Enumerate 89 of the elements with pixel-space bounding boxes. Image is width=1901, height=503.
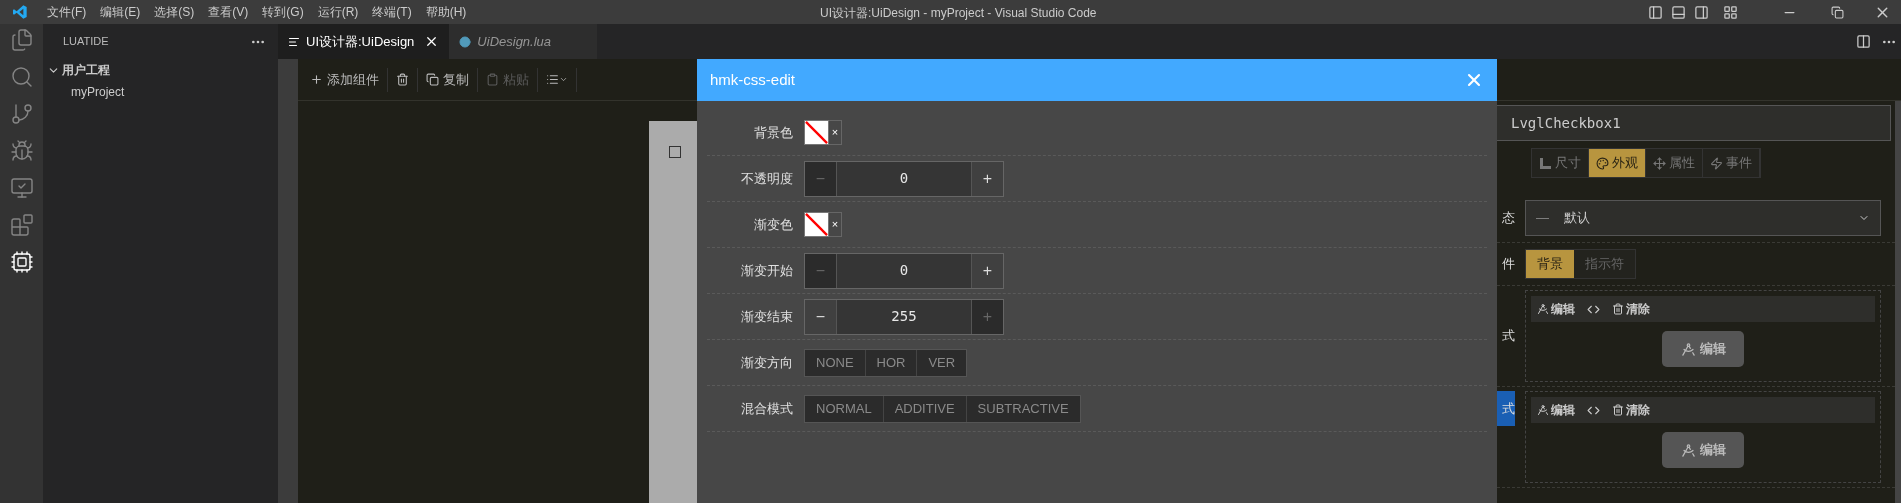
blocks-icon[interactable] bbox=[9, 213, 34, 237]
clear-color-button[interactable]: × bbox=[829, 120, 842, 145]
edit-style-button[interactable]: 编辑 bbox=[1662, 432, 1744, 468]
increment-button[interactable]: + bbox=[972, 253, 1003, 288]
move-icon bbox=[1653, 156, 1666, 170]
menu-item[interactable]: 帮助(H) bbox=[418, 3, 474, 21]
compass-icon bbox=[1537, 404, 1549, 416]
compass-icon bbox=[1680, 442, 1696, 458]
property-tab[interactable]: 外观 bbox=[1589, 149, 1646, 177]
bolt-icon bbox=[1710, 156, 1723, 170]
chip-icon[interactable] bbox=[9, 250, 34, 274]
menu-item[interactable]: 文件(F) bbox=[40, 3, 94, 21]
option-button[interactable]: NORMAL bbox=[805, 395, 884, 422]
branch-icon[interactable] bbox=[9, 102, 34, 126]
sidebar-title: LUATIDE bbox=[63, 34, 109, 50]
increment-button[interactable]: + bbox=[972, 161, 1003, 196]
option-button[interactable]: VER bbox=[917, 349, 967, 376]
dialog-title: hmk-css-edit bbox=[710, 69, 795, 90]
trash-icon bbox=[1612, 404, 1624, 416]
name-field[interactable]: LvglCheckbox1 bbox=[1497, 105, 1891, 141]
editor-tab[interactable]: UiDesign.lua bbox=[449, 24, 598, 59]
menu-item[interactable]: 终端(T) bbox=[365, 3, 419, 21]
property-tab[interactable]: 属性 bbox=[1646, 149, 1703, 177]
field-label: 渐变开始 bbox=[740, 261, 793, 280]
sidebar-toggle-icon[interactable] bbox=[1648, 4, 1663, 20]
copy-icon bbox=[426, 73, 439, 86]
split-editor-icon[interactable] bbox=[1856, 34, 1871, 49]
bug-icon[interactable] bbox=[9, 139, 34, 163]
decrement-button[interactable]: − bbox=[805, 299, 836, 334]
option-button[interactable]: ADDITIVE bbox=[883, 395, 967, 422]
tree-item[interactable]: 用户工程 bbox=[47, 59, 278, 81]
checkbox[interactable] bbox=[669, 146, 681, 158]
menu-item[interactable]: 运行(R) bbox=[310, 3, 366, 21]
property-label: 式 bbox=[1501, 327, 1515, 346]
layout-icon[interactable] bbox=[1723, 4, 1738, 20]
app-logo-icon bbox=[12, 4, 28, 20]
caret-icon bbox=[559, 75, 568, 84]
edit-style-button[interactable]: 编辑 bbox=[1662, 331, 1744, 367]
plus-icon bbox=[310, 73, 323, 86]
compass-icon bbox=[1680, 341, 1696, 357]
number-field[interactable]: 0 bbox=[836, 161, 972, 196]
property-label: 态 bbox=[1501, 209, 1515, 228]
clear-color-button[interactable]: × bbox=[829, 212, 842, 237]
field-label: 渐变结束 bbox=[740, 307, 793, 326]
number-field[interactable]: 0 bbox=[836, 253, 972, 288]
restore-icon[interactable] bbox=[1831, 5, 1844, 19]
property-tab[interactable]: 事件 bbox=[1703, 149, 1760, 177]
list-icon bbox=[546, 73, 559, 86]
field-label: 渐变色 bbox=[753, 215, 793, 234]
state-select[interactable]: — 默认 bbox=[1525, 200, 1881, 236]
menu-item[interactable]: 编辑(E) bbox=[93, 3, 148, 21]
search-icon[interactable] bbox=[9, 65, 34, 89]
compass-icon bbox=[1537, 303, 1549, 315]
trash-icon bbox=[1612, 303, 1624, 315]
monitor-icon[interactable] bbox=[9, 176, 34, 200]
option-button[interactable]: HOR bbox=[865, 349, 918, 376]
property-label: 式 bbox=[1497, 391, 1515, 426]
clear-link[interactable]: 清除 bbox=[1612, 401, 1650, 419]
field-label: 渐变方向 bbox=[740, 353, 793, 372]
palette-icon bbox=[1596, 156, 1609, 170]
editor-tab[interactable]: UI设计器:UiDesign bbox=[278, 24, 450, 59]
panel-toggle-icon[interactable] bbox=[1671, 4, 1686, 20]
menu-item[interactable]: 转到(G) bbox=[255, 3, 311, 21]
copy-button[interactable]: 复制 bbox=[418, 67, 478, 92]
field-label: 背景色 bbox=[753, 123, 793, 142]
option-button[interactable]: NONE bbox=[805, 349, 866, 376]
trash-icon bbox=[396, 73, 409, 86]
menu-item[interactable]: 查看(V) bbox=[201, 3, 256, 21]
number-field[interactable]: 255 bbox=[836, 299, 972, 334]
menu-item[interactable]: 选择(S) bbox=[147, 3, 202, 21]
color-swatch[interactable] bbox=[804, 120, 829, 145]
part-tab[interactable]: 背景 bbox=[1526, 250, 1574, 278]
edit-link[interactable]: 编辑 bbox=[1537, 300, 1575, 318]
option-button[interactable]: SUBTRACTIVE bbox=[966, 395, 1080, 422]
files-icon[interactable] bbox=[9, 28, 34, 52]
file-lines-icon bbox=[288, 35, 300, 48]
clear-link[interactable]: 清除 bbox=[1612, 300, 1650, 318]
window-title: UI设计器:UiDesign - myProject - Visual Studio Code bbox=[820, 5, 1097, 22]
tree-item[interactable]: myProject bbox=[71, 81, 278, 103]
color-swatch[interactable] bbox=[804, 212, 829, 237]
add-button[interactable]: 添加组件 bbox=[302, 67, 388, 92]
field-label: 不透明度 bbox=[740, 169, 793, 188]
property-label: 件 bbox=[1501, 255, 1515, 274]
edit-link[interactable]: 编辑 bbox=[1537, 401, 1575, 419]
clipboard-icon bbox=[486, 73, 499, 86]
field-label: 混合模式 bbox=[740, 399, 793, 418]
secondary-sidebar-icon[interactable] bbox=[1694, 4, 1709, 20]
ruler-icon bbox=[1539, 156, 1552, 170]
property-tab[interactable]: 尺寸 bbox=[1532, 149, 1589, 177]
